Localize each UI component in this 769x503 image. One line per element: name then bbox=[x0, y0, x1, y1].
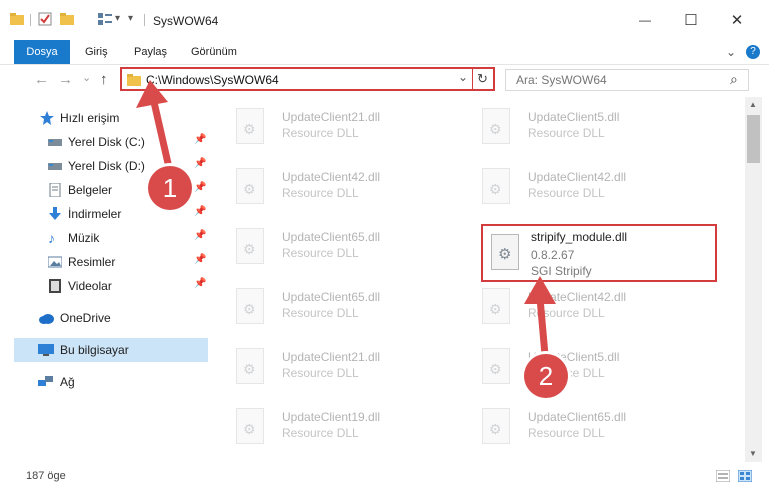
arrow-2 bbox=[524, 276, 556, 359]
callout-arrows bbox=[136, 80, 556, 359]
callout-badge-1: 1 bbox=[148, 166, 192, 210]
callout-badge-2: 2 bbox=[524, 354, 568, 398]
arrow-1 bbox=[136, 80, 174, 176]
